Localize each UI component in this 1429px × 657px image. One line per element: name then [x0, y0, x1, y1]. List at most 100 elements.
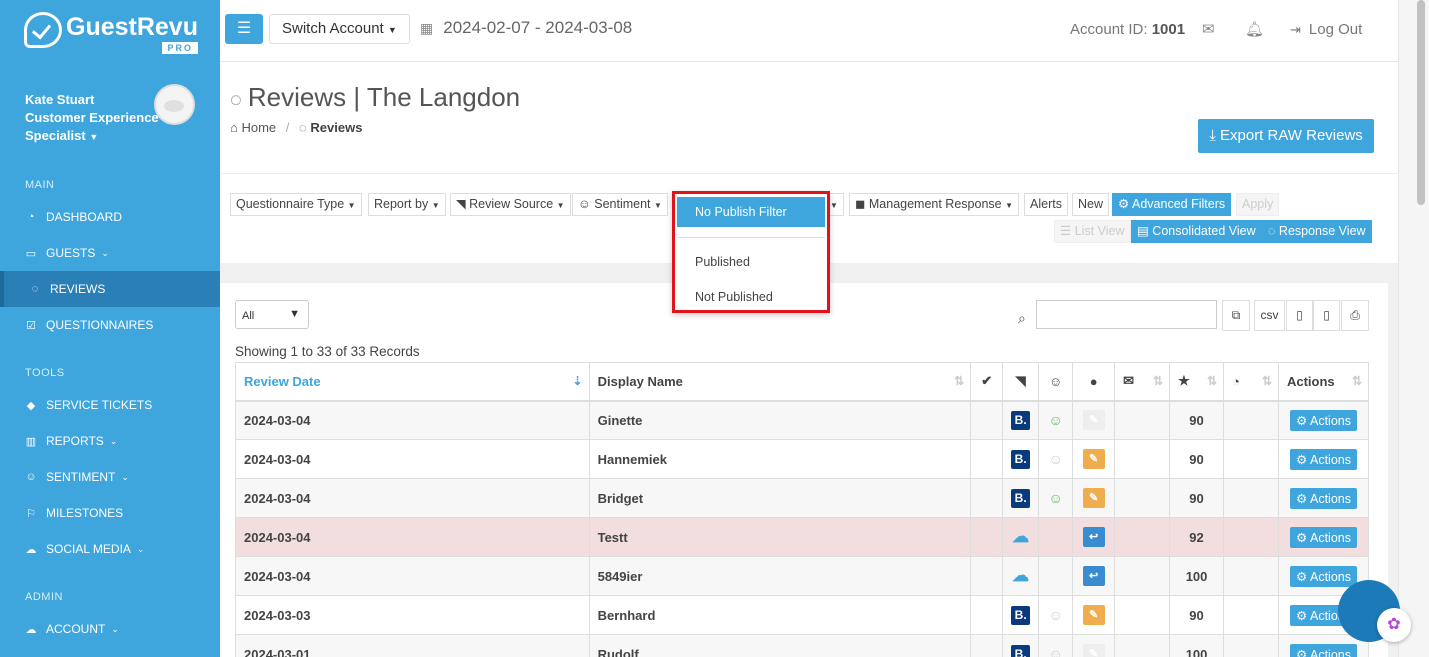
published-cell: [970, 478, 1004, 518]
sidebar-item-questionnaires[interactable]: ☑ QUESTIONNAIRES: [0, 307, 220, 343]
display-name-cell[interactable]: Bridget: [588, 478, 972, 518]
email-cell: [1114, 634, 1171, 657]
sidebar-item-reviews[interactable]: ◌ REVIEWS: [0, 271, 220, 307]
reply-icon[interactable]: ↩: [1082, 566, 1105, 586]
actions-button[interactable]: ⚙ Actions: [1289, 487, 1357, 509]
table-row[interactable]: 2024-03-03 Bernhard B. ☺ ✎ 90 ⚙ Actions: [235, 595, 1370, 635]
logout-link[interactable]: ⇥ Log Out: [1290, 21, 1362, 38]
search-input[interactable]: [1036, 300, 1217, 329]
csv-button[interactable]: csv: [1254, 300, 1285, 331]
actions-cell: ⚙ Actions: [1277, 400, 1370, 440]
breadcrumb-home[interactable]: Home: [241, 120, 276, 135]
actions-button[interactable]: ⚙ Actions: [1289, 409, 1357, 431]
sidebar-item-account[interactable]: ☁ ACCOUNT ⌄: [0, 611, 220, 647]
sidebar-item-social-media[interactable]: ☁ SOCIAL MEDIA ⌄: [0, 531, 220, 567]
filter-label: Report by: [374, 197, 429, 211]
display-name-cell[interactable]: 5849ier: [588, 556, 972, 596]
alerts-filter[interactable]: Alerts: [1024, 193, 1068, 216]
edit-response-icon[interactable]: ✎: [1082, 449, 1105, 469]
actions-button[interactable]: ⚙ Actions: [1289, 448, 1357, 470]
table-row[interactable]: 2024-03-04 Bridget B. ☺ ✎ 90 ⚙ Actions: [235, 478, 1370, 518]
avatar[interactable]: [154, 84, 195, 125]
booking-source-icon: B.: [1011, 605, 1031, 625]
sidebar-item-reports[interactable]: ▥ REPORTS ⌄: [0, 423, 220, 459]
smile-icon: ☺: [1048, 646, 1063, 657]
table-row[interactable]: 2024-03-04 Hannemiek B. ☺ ✎ 90 ⚙ Actions: [235, 439, 1370, 479]
display-name-header[interactable]: Display Name ⇅: [588, 362, 972, 402]
review-date-header[interactable]: Review Date ⇣: [235, 362, 590, 402]
display-name-cell[interactable]: Rudolf: [588, 634, 972, 657]
smile-icon: ☺: [1048, 412, 1063, 429]
switch-account-dropdown[interactable]: Switch Account ▼: [269, 14, 410, 44]
management-response-filter[interactable]: ◼ Management Response ▼: [849, 193, 1020, 216]
consolidated-view-button[interactable]: ▤ Consolidated View: [1131, 220, 1262, 243]
edit-response-icon[interactable]: ✎: [1082, 410, 1105, 431]
export-raw-reviews-button[interactable]: ⤓ Export RAW Reviews: [1198, 119, 1374, 153]
actions-cell: ⚙ Actions: [1277, 517, 1370, 557]
bell-icon[interactable]: 🔔︎: [1245, 20, 1264, 38]
apply-button[interactable]: Apply: [1236, 193, 1280, 216]
menu-toggle-button[interactable]: ☰: [225, 14, 263, 44]
published-header[interactable]: ✔: [970, 362, 1004, 402]
sidebar-item-dashboard[interactable]: ◔ DASHBOARD: [0, 199, 220, 235]
table-row[interactable]: 2024-03-04 Ginette B. ☺ ✎ 90 ⚙ Actions: [235, 400, 1370, 440]
brain-icon[interactable]: ✿: [1377, 608, 1411, 642]
display-name-cell[interactable]: Ginette: [588, 400, 972, 440]
email-cell: [1114, 400, 1171, 440]
list-view-button[interactable]: ☰ List View: [1054, 220, 1131, 243]
report-by-filter[interactable]: Report by ▼: [368, 193, 446, 216]
edit-response-icon[interactable]: ✎: [1082, 488, 1105, 508]
header-label: Display Name: [597, 373, 683, 389]
score-header[interactable]: ★ ⇅: [1169, 362, 1225, 402]
new-filter[interactable]: New: [1072, 193, 1110, 216]
actions-button[interactable]: ⚙ Actions: [1289, 565, 1357, 587]
smile-icon: ☺: [1048, 490, 1063, 506]
date-range-picker[interactable]: ▦ 2024-02-07 - 2024-03-08: [420, 18, 632, 38]
display-name-cell[interactable]: Bernhard: [588, 595, 972, 635]
sentiment-cell: [1038, 556, 1074, 596]
edit-response-icon[interactable]: ✎: [1082, 605, 1105, 625]
sidebar-item-milestones[interactable]: ⚐ MILESTONES: [0, 495, 220, 531]
no-publish-filter-option[interactable]: No Publish Filter: [677, 197, 825, 227]
review-source-filter[interactable]: ◥ Review Source ▼: [450, 193, 571, 216]
display-name-cell[interactable]: Hannemiek: [588, 439, 972, 479]
page-size-select[interactable]: All ▼: [235, 300, 309, 329]
sidebar-item-sentiment[interactable]: ☺ SENTIMENT ⌄: [0, 459, 220, 495]
response-header[interactable]: ●: [1072, 362, 1116, 402]
published-cell: [970, 634, 1004, 657]
not-published-option[interactable]: Not Published: [677, 282, 825, 312]
table-row[interactable]: 2024-03-01 Rudolf B. ☺ ✎ 100 ⚙ Actions: [235, 634, 1370, 657]
header-label: Review Date: [244, 373, 321, 389]
advanced-filters-button[interactable]: ⚙ Advanced Filters: [1112, 193, 1232, 216]
response-cell: ✎: [1072, 439, 1116, 479]
sidebar-item-guests[interactable]: ▭ GUESTS ⌄: [0, 235, 220, 271]
actions-button[interactable]: ⚙ Actions: [1289, 643, 1357, 657]
source-header[interactable]: ◥: [1002, 362, 1040, 402]
published-option[interactable]: Published: [677, 247, 825, 277]
scrollbar-thumb[interactable]: [1417, 0, 1425, 205]
table-row[interactable]: 2024-03-04 5849ier ☁ ↩ 100 ⚙ Actions: [235, 556, 1370, 596]
questionnaire-type-filter[interactable]: Questionnaire Type ▼: [230, 193, 362, 216]
print-button[interactable]: ⎙: [1341, 300, 1369, 331]
reply-icon[interactable]: ↩: [1082, 527, 1105, 547]
envelope-icon[interactable]: ✉: [1202, 20, 1215, 38]
sentiment-filter[interactable]: ☺ Sentiment ▼: [572, 193, 668, 216]
sidebar-item-service-tickets[interactable]: ◆ SERVICE TICKETS: [0, 387, 220, 423]
sentiment-header[interactable]: ☺: [1038, 362, 1074, 402]
edit-response-icon[interactable]: ✎: [1082, 644, 1105, 657]
copy-button[interactable]: ⧉: [1222, 300, 1250, 331]
guestrevu-logo[interactable]: GuestRevu PRO: [24, 12, 198, 54]
alerts-header[interactable]: ◔ ⇅: [1223, 362, 1279, 402]
publish-filter-caret[interactable]: ▼: [828, 193, 844, 216]
pdf-button[interactable]: ▯: [1313, 300, 1340, 331]
actions-button[interactable]: ⚙ Actions: [1289, 526, 1357, 548]
response-view-button[interactable]: ◌ Response View: [1262, 220, 1372, 243]
excel-button[interactable]: ▯: [1286, 300, 1313, 331]
vertical-scrollbar[interactable]: [1398, 0, 1429, 657]
display-name-cell[interactable]: Testt: [588, 517, 972, 557]
alerts-cell: [1223, 400, 1279, 440]
user-menu[interactable]: Kate Stuart Customer Experience Speciali…: [25, 91, 165, 146]
table-row[interactable]: 2024-03-04 Testt ☁ ↩ 92 ⚙ Actions: [235, 517, 1370, 557]
email-header[interactable]: ✉ ⇅: [1114, 362, 1171, 402]
gear-icon: ⚙: [1295, 608, 1308, 623]
